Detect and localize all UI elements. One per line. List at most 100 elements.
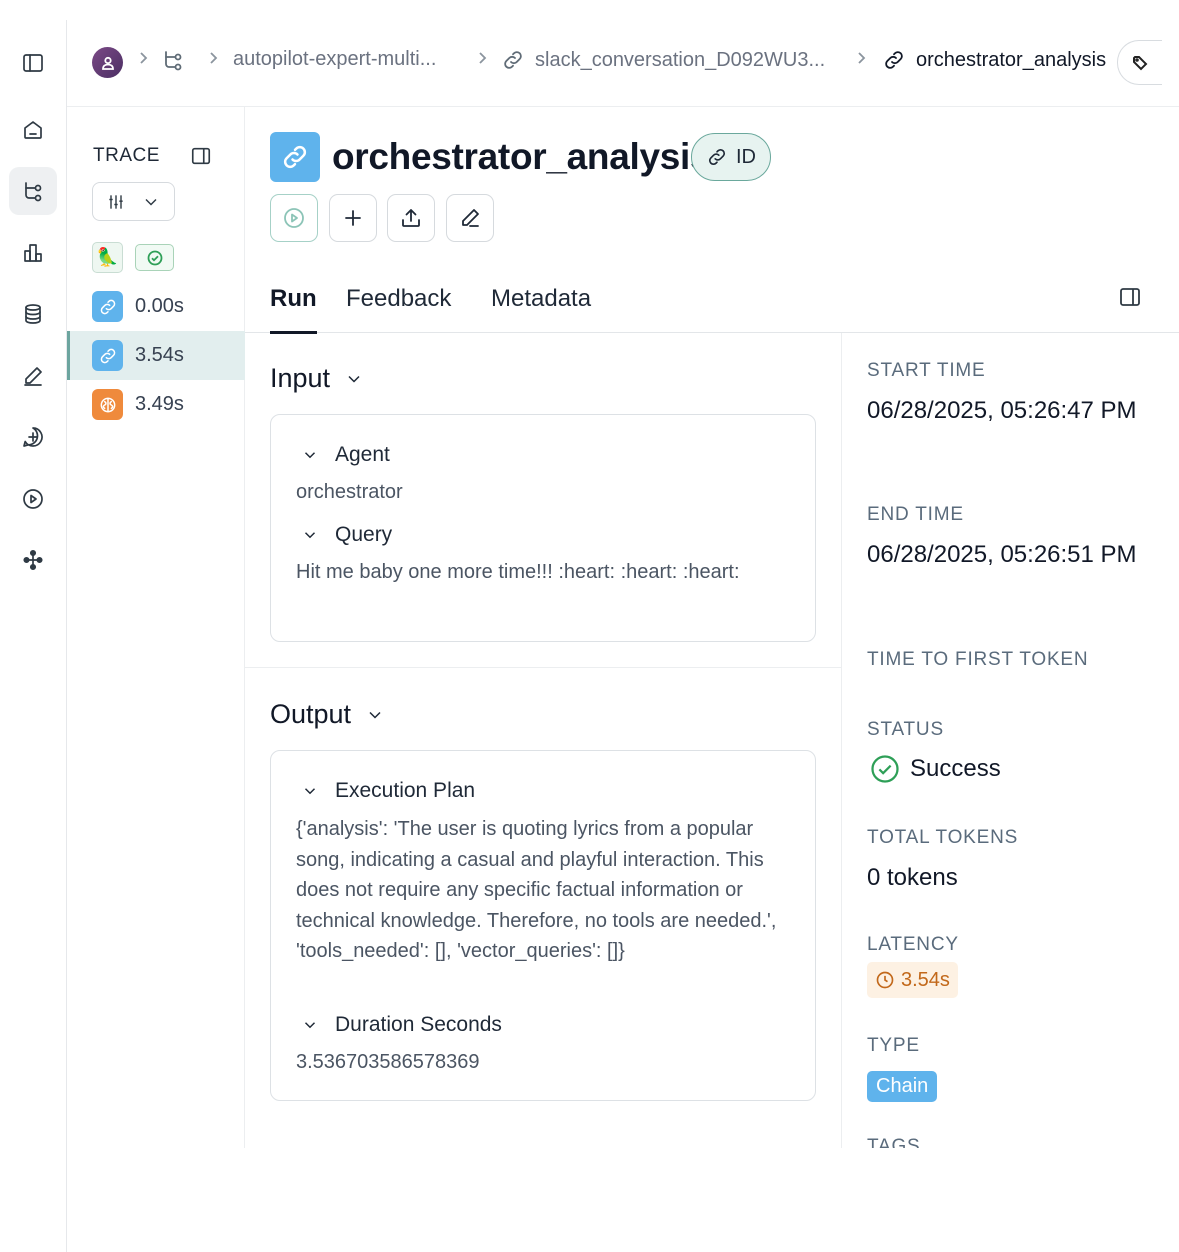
trace-root-row[interactable]: 🦜 (92, 242, 174, 273)
home-icon[interactable] (9, 106, 57, 154)
status-value: Success (870, 754, 1001, 784)
end-time-value: 06/28/2025, 05:26:51 PM (867, 541, 1137, 568)
trace-title: TRACE (93, 145, 160, 166)
tab-run[interactable]: Run (270, 285, 317, 334)
type-badge: Chain (867, 1071, 938, 1102)
upload-icon (402, 209, 420, 227)
tab-feedback[interactable]: Feedback (346, 285, 451, 331)
tags-label-text: TAGS (867, 1137, 921, 1148)
share-button[interactable] (387, 194, 435, 242)
avatar[interactable] (92, 47, 123, 78)
latency-value: 3.54s (901, 968, 950, 991)
chevron-down-icon (145, 198, 157, 206)
playground-play-icon[interactable] (9, 475, 57, 523)
field-value: Hit me baby one more time!!! :heart: :he… (296, 561, 740, 583)
datasets-database-icon[interactable] (9, 290, 57, 338)
edit-button[interactable] (446, 194, 494, 242)
section-divider (245, 667, 841, 668)
output-section-toggle[interactable]: Output (270, 699, 385, 730)
copy-id-button[interactable]: ID (691, 133, 771, 181)
time-to-first-token-label: TIME TO FIRST TOKEN (867, 649, 1089, 670)
field-toggle-execution-plan[interactable]: Execution Plan (301, 779, 475, 803)
input-section-toggle[interactable]: Input (270, 363, 364, 394)
chain-link-icon (270, 132, 320, 182)
chevron-right-icon (853, 50, 869, 71)
breadcrumb-label: autopilot-expert-multi... (233, 48, 437, 70)
breadcrumb-label: orchestrator_analysis (916, 48, 1107, 71)
page-title: orchestrator_analysis (332, 136, 711, 177)
tab-bar: Run Feedback Metadata (245, 266, 1179, 334)
field-key: Query (335, 523, 393, 546)
total-tokens-label: TOTAL TOKENS (867, 827, 1019, 848)
viewport-bottom-blank (67, 1148, 1179, 1252)
annotation-pen-icon[interactable] (9, 352, 57, 400)
field-key: Agent (335, 443, 390, 466)
field-key: Execution Plan (335, 779, 476, 802)
field-value: 3.536703586578369 (296, 1051, 480, 1073)
latency-label: LATENCY (867, 934, 959, 955)
chevron-down-icon (348, 375, 360, 383)
trace-row[interactable]: 3.49s (67, 380, 245, 429)
chain-link-icon (92, 291, 123, 322)
chevron-down-icon (304, 452, 316, 459)
collapse-panel-icon[interactable] (190, 145, 212, 167)
prompts-chat-plus-icon[interactable] (9, 413, 57, 461)
tab-metadata[interactable]: Metadata (491, 285, 591, 331)
parrot-icon: 🦜 (92, 242, 123, 273)
breadcrumb-item-current[interactable]: orchestrator_analysis (882, 48, 1106, 72)
field-toggle-agent[interactable]: Agent (301, 443, 390, 467)
id-label: ID (736, 145, 756, 168)
breadcrumb-project-icon[interactable] (161, 48, 185, 72)
trace-row[interactable]: 0.00s (67, 282, 245, 331)
status-label: STATUS (867, 719, 944, 740)
pencil-icon (462, 209, 479, 227)
start-time-label: START TIME (867, 360, 986, 381)
field-toggle-duration-seconds[interactable]: Duration Seconds (301, 1013, 502, 1037)
tags-label: TAGS (867, 1137, 921, 1148)
breadcrumb-item-project[interactable]: autopilot-expert-multi... (233, 48, 436, 71)
latency-badge: 3.54s (867, 962, 958, 998)
chevron-right-icon (135, 50, 151, 71)
clock-icon (876, 971, 894, 989)
play-button[interactable] (270, 194, 318, 242)
trace-filter-dropdown[interactable] (92, 182, 175, 221)
sidebar-toggle-icon[interactable] (9, 39, 57, 87)
chevron-down-icon (304, 532, 316, 539)
trace-panel: TRACE 🦜 0.00s 3.54s 3.49s (67, 107, 245, 1148)
input-heading: Input (270, 363, 331, 393)
monitoring-chart-icon[interactable] (9, 229, 57, 277)
link-icon (708, 148, 726, 166)
trace-row-selected[interactable]: 3.54s (67, 331, 245, 380)
output-card: Execution Plan {'analysis': 'The user is… (270, 750, 816, 1101)
chevron-down-icon (304, 1022, 316, 1029)
trace-row-duration: 0.00s (135, 295, 184, 317)
add-button[interactable] (329, 194, 377, 242)
play-circle-icon (284, 208, 304, 228)
chevron-right-icon (474, 50, 490, 71)
type-label: TYPE (867, 1035, 920, 1056)
tag-button[interactable] (1117, 40, 1162, 85)
chevron-right-icon (205, 50, 221, 71)
toggle-side-panel-icon[interactable] (1118, 285, 1142, 314)
column-divider (841, 333, 842, 1148)
plus-icon (345, 210, 361, 226)
deployments-graph-icon[interactable] (9, 536, 57, 584)
input-card: Agent orchestrator Query Hit me baby one… (270, 414, 816, 642)
output-heading: Output (270, 699, 352, 729)
status-text: Success (910, 755, 1001, 782)
trace-row-duration: 3.49s (135, 393, 184, 415)
field-toggle-query[interactable]: Query (301, 523, 392, 547)
link-icon (504, 51, 522, 69)
sliders-icon (109, 194, 123, 209)
chevron-down-icon (369, 711, 381, 719)
breadcrumb-label: slack_conversation_D092WU3... (535, 48, 826, 71)
field-value: orchestrator (296, 481, 403, 503)
total-tokens-value: 0 tokens (867, 864, 958, 891)
start-time-value: 06/28/2025, 05:26:47 PM (867, 397, 1137, 424)
link-icon (885, 51, 903, 69)
tracing-projects-icon[interactable] (9, 167, 57, 215)
success-check-icon (871, 755, 899, 783)
trace-row-duration: 3.54s (135, 344, 184, 366)
breadcrumb-item-conversation[interactable]: slack_conversation_D092WU3... (501, 48, 825, 72)
field-value: {'analysis': 'The user is quoting lyrics… (296, 818, 777, 962)
